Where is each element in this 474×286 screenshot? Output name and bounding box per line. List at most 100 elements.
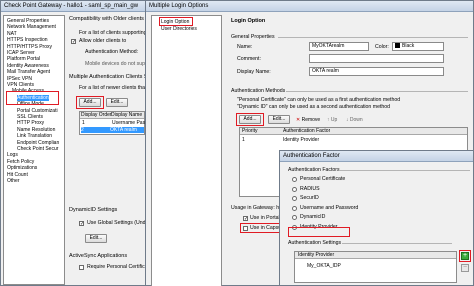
display-name-field[interactable]: OKTA realm [309,67,444,76]
gw-clients-table: Display Order Display Name 1 Username Pa… [79,111,148,135]
gw-tree-item[interactable]: SSL Clients [17,114,43,120]
grid-col-priority: Priority [242,128,258,134]
gw-tree-item[interactable]: HTTP/HTTPS Proxy [7,44,52,50]
allow-older-label: Allow older clients to [79,38,127,44]
down-arrow-icon: ↓ [346,117,349,123]
factor-label: Username and Password [300,204,359,211]
gw-table-row-1-order[interactable]: 1 [82,120,85,126]
gw-tree-item[interactable]: NAT [7,31,17,37]
comment-field[interactable] [309,54,444,63]
login-option-title: Login Option [231,18,266,24]
authentication-factor-dialog: Authentication Factor Authentication Fac… [279,150,474,286]
use-global-label: Use Global Settings (Under 'I [87,220,155,226]
comment-label: Comment: [237,56,261,62]
use-portal-checkbox[interactable]: ✓ [243,216,248,222]
idp-add-highlight [459,250,471,262]
factor-radio[interactable] [292,186,297,192]
gw-tree-item[interactable]: HTTPS Inspection [7,37,48,43]
use-global-checkbox[interactable]: ✓ [79,221,84,227]
gw-tree-item[interactable]: Check Point Secur [17,146,58,152]
name-label: Name: [237,44,253,50]
factor-radio[interactable] [292,196,297,201]
gw-edit2-button[interactable]: Edit... [85,234,107,243]
identity-provider-highlight [288,227,350,237]
mobile-devices-note: Mobile devices do not support [85,61,154,67]
remove-icon: ✕ [296,117,301,123]
gw-tree-item[interactable]: Optimizations [7,165,37,171]
allow-older-checkbox[interactable]: ✓ [71,39,76,45]
gw-edit-button[interactable]: Edit... [106,98,128,107]
gw-tree-item[interactable]: Other [7,178,20,184]
auth-sep [286,91,468,92]
gw-tree-item[interactable]: General Properties [7,18,49,24]
use-portal-label: Use in Portal [250,215,280,221]
factor-label: SecurID [300,195,319,201]
factor-radio[interactable] [292,205,297,211]
grid-row-1-priority[interactable]: 1 [242,137,245,143]
gw-tree-item[interactable]: Platform Portal [7,56,40,62]
gw-tree-item[interactable]: Name Resolution [17,127,55,133]
gateway-tree: General Properties Network Management NAT H… [3,15,65,285]
name-field[interactable]: MyOKTArealm [309,42,369,51]
gw-table-row-1-name[interactable]: Username Pass [112,120,148,126]
auth-method-label: Authentication Method: [85,49,139,55]
gw-tree-item[interactable]: Mail Transfer Agent [7,69,50,75]
gw-table-col-name: Display Name [111,112,143,118]
gw-tree-item[interactable]: Endpoint Complian [17,140,59,146]
factors-sep [340,170,470,171]
login-edit-button[interactable]: Edit... [268,115,290,124]
gw-table-row-2-name[interactable]: OKTA realm [110,127,144,133]
gw-table-row-2-order[interactable]: 2 [81,127,110,133]
login-tree: Login Option User Directories [151,15,222,286]
tree-user-directories[interactable]: User Directories [161,26,197,32]
dynamicid-section-title: DynamicID Settings [69,207,118,213]
idp-table-header: Identity Provider [295,252,456,259]
login-window-title: Multiple Login Options [146,1,473,12]
gw-tree-item[interactable]: Identity Awareness [7,63,49,69]
gw-tree-item[interactable]: ICAP Server [7,50,35,56]
require-personal-checkbox[interactable] [79,265,84,270]
gw-tree-item[interactable]: VPN Clients [7,82,34,88]
factor-label: RADIUS [300,185,320,192]
settings-sep [342,243,452,244]
general-sep [278,37,468,38]
gw-tree-item[interactable]: Link Translation [17,133,52,139]
compat-section-title: Compatibility with Older clients [69,16,144,22]
factor-radio[interactable] [292,177,297,182]
gw-tree-item[interactable]: Portal Customizati [17,108,58,114]
remove-button[interactable]: ✕ Remove [296,117,320,123]
factors-title: Authentication Factors [288,167,340,173]
auth-note-1: "Personal Certificate" can only be used … [237,97,401,103]
use-capsule-highlight [240,223,282,233]
factor-label: Personal Certificate [300,176,346,182]
factor-radio[interactable] [292,215,297,220]
gw-tree-item[interactable]: Fetch Policy [7,159,34,165]
gw-tree-item[interactable]: Logs [7,152,18,158]
multi-auth-text: For a list of newer clients that [79,85,147,91]
factor-label: DynamicID [300,214,326,220]
general-props-title: General Properties [231,34,275,40]
gw-tree-highlight [6,91,59,105]
color-select[interactable]: Black [392,42,444,51]
display-name-label: Display Name: [237,69,271,75]
idp-row[interactable]: My_OKTA_IDP [307,263,341,269]
gw-tree-item[interactable]: Hit Count [7,172,28,178]
gw-tree-item[interactable]: IPSec VPN [7,76,32,82]
login-option-highlight [159,17,193,26]
color-swatch [395,43,400,49]
down-button[interactable]: ↓ Down [346,117,363,123]
grid-row-1-factor[interactable]: Identity Provider [283,137,319,143]
up-arrow-icon: ↑ [327,117,330,123]
up-button[interactable]: ↑ Up [327,117,337,123]
idp-table: Identity Provider My_OKTA_IDP [294,251,457,283]
factor-dialog-title: Authentication Factor [280,151,473,162]
gw-table-header: Display Order Display Name [80,112,144,119]
idp-remove-button[interactable]: − [461,264,469,272]
activesync-section-title: ActiveSync Applications [69,253,128,259]
gw-tree-item[interactable]: Network Management [7,24,56,30]
color-label: Color: [375,44,389,50]
settings-title: Authentication Settings [288,240,342,246]
gw-table-col-order: Display Order [81,112,112,118]
compat-text: For a list of clients supporting [79,30,147,36]
gw-tree-item[interactable]: HTTP Proxy [17,120,44,126]
